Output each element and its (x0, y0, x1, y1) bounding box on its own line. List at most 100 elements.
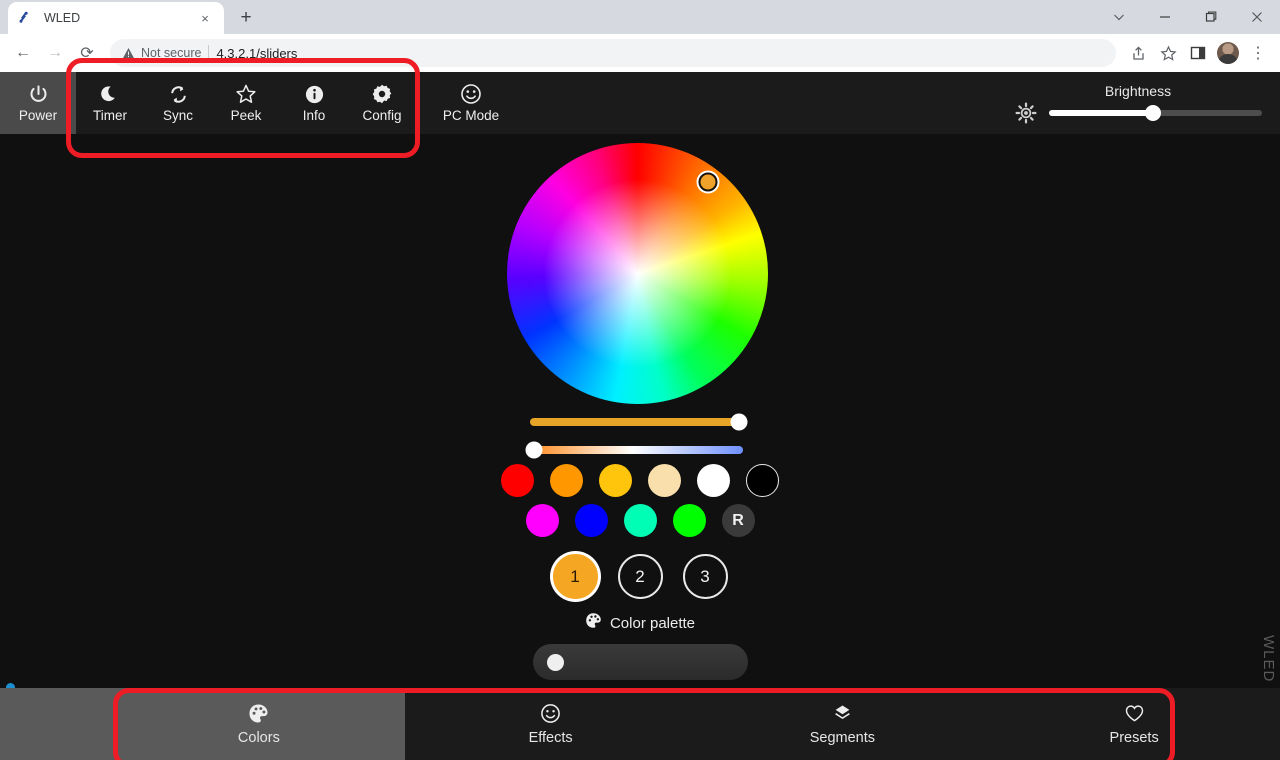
color-swatch-spring-green[interactable] (623, 504, 657, 537)
config-button[interactable]: Config (348, 72, 416, 134)
color-swatch-black[interactable] (746, 464, 779, 497)
color-slot-2[interactable]: 2 (617, 554, 663, 599)
white-balance-slider[interactable] (525, 441, 743, 459)
browser-window: WLED × + ← → ⟳ Not secure 4.3.2.1/slider… (0, 0, 1280, 760)
sync-icon (168, 83, 189, 105)
info-button[interactable]: Info (280, 72, 348, 134)
warning-triangle-icon (122, 47, 135, 60)
bottom-nav-presets[interactable]: Presets (988, 688, 1280, 760)
maximize-icon[interactable] (1188, 0, 1234, 34)
quick-color-row-1 (0, 464, 1280, 497)
moon-icon (100, 83, 121, 105)
avatar[interactable] (1214, 39, 1242, 67)
sync-button[interactable]: Sync (144, 72, 212, 134)
bottom-nav-presets-label: Presets (1109, 730, 1159, 746)
color-wheel-area (0, 134, 1280, 404)
quick-color-row-2: R (0, 504, 1280, 537)
browser-menu-icon[interactable]: ⋮ (1244, 39, 1272, 67)
security-status[interactable]: Not secure (122, 46, 201, 60)
bottom-nav-colors-label: Colors (237, 730, 280, 746)
color-swatch-red[interactable] (501, 464, 534, 497)
brightness-slider[interactable] (1048, 104, 1262, 121)
color-swatch-peach[interactable] (648, 464, 681, 497)
tab-search-icon[interactable] (1096, 0, 1142, 34)
bottom-nav-segments-label: Segments (809, 730, 876, 746)
browser-tab[interactable]: WLED × (8, 2, 224, 34)
tab-title: WLED (44, 11, 81, 25)
brightness-slider-knob[interactable] (1144, 104, 1161, 121)
color-slot-1[interactable]: 1 (552, 554, 598, 599)
info-icon (304, 83, 325, 105)
power-icon (28, 83, 49, 105)
smiley-icon (540, 702, 561, 724)
new-tab-button[interactable]: + (232, 4, 260, 32)
bookmark-star-icon[interactable] (1154, 39, 1182, 67)
wled-app: Power Timer Sync Peek Info Config PC Mod… (0, 72, 1280, 760)
peek-label: Peek (230, 108, 262, 124)
url-text: 4.3.2.1/sliders (216, 45, 298, 61)
bottom-nav-segments[interactable]: Segments (697, 688, 989, 760)
heart-icon (1124, 702, 1145, 724)
brightness-control: Brightness (1008, 72, 1268, 134)
color-swatch-white[interactable] (697, 464, 730, 497)
wled-watermark: WLED (1260, 634, 1277, 682)
minimize-icon[interactable] (1142, 0, 1188, 34)
value-slider-knob[interactable] (730, 413, 748, 431)
wled-top-toolbar: Power Timer Sync Peek Info Config PC Mod… (0, 72, 1280, 134)
peek-button[interactable]: Peek (212, 72, 280, 134)
color-palette-text: Color palette (609, 614, 696, 632)
color-swatch-random[interactable]: R (721, 504, 755, 537)
address-bar[interactable]: Not secure 4.3.2.1/sliders (110, 39, 1116, 67)
color-palette-label: Color palette (0, 612, 1280, 634)
color-swatch-amber[interactable] (599, 464, 632, 497)
share-icon[interactable] (1124, 39, 1152, 67)
security-label: Not secure (141, 46, 202, 60)
layers-icon (832, 702, 853, 724)
close-icon[interactable]: × (196, 9, 214, 27)
bottom-nav-spacer (0, 688, 113, 760)
brightness-label: Brightness (1104, 82, 1172, 99)
color-wheel[interactable] (507, 143, 768, 404)
timer-button[interactable]: Timer (76, 72, 144, 134)
color-wheel-marker[interactable] (698, 172, 718, 192)
reload-icon[interactable]: ⟳ (72, 38, 102, 68)
power-button[interactable]: Power (0, 72, 76, 134)
palette-icon (585, 612, 602, 634)
color-swatch-magenta[interactable] (525, 504, 559, 537)
close-window-icon[interactable] (1234, 0, 1280, 34)
smiley-icon (460, 83, 482, 105)
palette-icon (248, 702, 269, 724)
power-label: Power (18, 108, 58, 124)
bottom-nav-colors[interactable]: Colors (113, 688, 405, 760)
color-swatch-blue[interactable] (574, 504, 608, 537)
config-label: Config (362, 108, 402, 124)
tab-strip: WLED × + (0, 0, 1280, 34)
pc-mode-label: PC Mode (442, 108, 500, 124)
omnibox-divider (208, 45, 210, 61)
value-slider[interactable] (530, 413, 748, 431)
bottom-nav-effects[interactable]: Effects (405, 688, 697, 760)
color-sliders (0, 404, 1280, 464)
back-icon[interactable]: ← (8, 38, 38, 68)
color-swatch-orange[interactable] (550, 464, 583, 497)
info-label: Info (302, 108, 326, 124)
bottom-nav-effects-label: Effects (528, 730, 573, 746)
color-palette-dropdown[interactable] (532, 644, 748, 680)
side-panel-icon[interactable] (1184, 39, 1212, 67)
pc-mode-button[interactable]: PC Mode (416, 72, 526, 134)
sun-icon (1015, 102, 1037, 124)
color-slot-3[interactable]: 3 (682, 554, 728, 599)
window-controls (1096, 0, 1280, 34)
wled-logo-icon (18, 10, 34, 26)
white-balance-slider-knob[interactable] (525, 441, 543, 459)
timer-label: Timer (93, 108, 127, 124)
forward-icon[interactable]: → (40, 38, 70, 68)
bottom-navigation: Colors Effects Segments Presets (0, 688, 1280, 760)
palette-preview-dot (546, 653, 564, 671)
star-icon (235, 83, 257, 105)
color-slot-selector: 123 (0, 554, 1280, 599)
sync-label: Sync (162, 108, 193, 124)
color-swatch-green[interactable] (672, 504, 706, 537)
gear-icon (371, 83, 393, 105)
browser-toolbar: ← → ⟳ Not secure 4.3.2.1/sliders ⋮ (0, 34, 1280, 72)
